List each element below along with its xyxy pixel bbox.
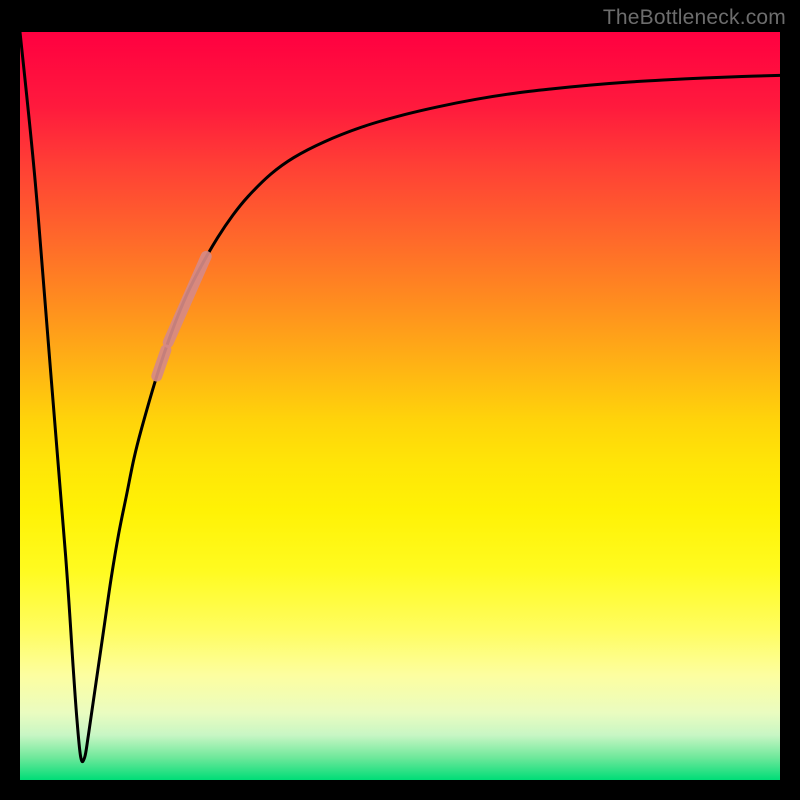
curve-highlight	[157, 256, 206, 376]
highlight-segment	[168, 256, 206, 342]
chart-svg	[20, 32, 780, 780]
chart-container: TheBottleneck.com	[0, 0, 800, 800]
highlight-segment	[157, 350, 166, 376]
plot-area	[20, 32, 780, 780]
attribution-text: TheBottleneck.com	[603, 6, 786, 30]
bottleneck-curve	[20, 32, 780, 762]
